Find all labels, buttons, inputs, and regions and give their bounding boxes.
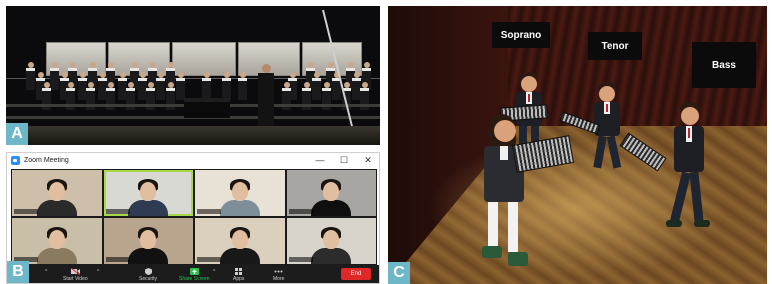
- panel-label-a: A: [6, 123, 28, 145]
- choir-singer: [202, 72, 211, 100]
- more-label: More: [273, 276, 285, 282]
- zoom-meeting-window: Zoom Meeting — ☐ ✕ ute ^ Start Video ^ S…: [6, 152, 380, 284]
- window-title: Zoom Meeting: [24, 156, 69, 164]
- audio-options-caret-icon[interactable]: ^: [45, 269, 47, 275]
- participant-name-tag: [197, 257, 221, 262]
- participant-face: [323, 230, 340, 249]
- participant-video-tile[interactable]: [286, 170, 376, 216]
- participant-video-tile[interactable]: [103, 170, 193, 216]
- bass-avatar: [664, 102, 714, 242]
- minimize-button[interactable]: —: [311, 154, 329, 166]
- start-video-button[interactable]: Start Video: [63, 268, 88, 282]
- choir-singer: [312, 72, 321, 100]
- maximize-button[interactable]: ☐: [335, 154, 353, 166]
- choir-singer: [156, 72, 165, 100]
- choir-singer: [238, 72, 247, 100]
- participant-name-tag: [105, 209, 130, 214]
- start-video-label: Start Video: [63, 276, 88, 282]
- participant-name-tag: [288, 209, 313, 214]
- grand-piano: [184, 98, 230, 118]
- participant-video-tile[interactable]: [195, 170, 285, 216]
- panel-label-b: B: [7, 261, 29, 283]
- participant-name-tag: [288, 257, 313, 262]
- more-button[interactable]: More: [273, 268, 284, 282]
- participant-name-tag: [105, 257, 130, 262]
- video-camera-off-icon: [70, 268, 80, 275]
- participant-video-tile[interactable]: [12, 218, 102, 264]
- choir-singer: [222, 72, 231, 100]
- participant-video-tile[interactable]: [103, 218, 193, 264]
- share-screen-button[interactable]: Share Screen: [179, 268, 210, 282]
- meeting-toolbar: ute ^ Start Video ^ Security Share Scree…: [7, 265, 379, 283]
- security-button[interactable]: Security: [139, 268, 157, 282]
- choir-singer: [26, 62, 35, 90]
- share-options-caret-icon[interactable]: ^: [213, 269, 215, 275]
- stage-floor: [6, 126, 380, 145]
- participant-video-tile[interactable]: [286, 218, 376, 264]
- apps-label: Apps: [233, 276, 245, 282]
- apps-button[interactable]: Apps: [233, 268, 244, 282]
- participant-body: [219, 200, 260, 216]
- conductor: [258, 64, 274, 128]
- participant-body: [219, 248, 260, 264]
- concert-photo-panel: A: [6, 6, 380, 145]
- security-label: Security: [139, 276, 158, 282]
- apps-icon: [235, 268, 243, 275]
- participant-body: [311, 200, 352, 216]
- participant-name-tag: [14, 209, 38, 214]
- panel-label-c: C: [388, 262, 410, 284]
- tenor-section-sign: Tenor: [588, 32, 642, 60]
- share-screen-label: Share Screen: [179, 276, 210, 282]
- participant-face: [140, 230, 157, 249]
- participant-video-tile[interactable]: [195, 218, 285, 264]
- participant-face: [323, 182, 340, 201]
- participant-body: [36, 248, 77, 264]
- more-dots-icon: [274, 270, 283, 273]
- acoustic-shell: [108, 42, 170, 76]
- participant-body: [311, 248, 352, 264]
- end-meeting-button[interactable]: End: [341, 268, 371, 280]
- participant-face: [48, 182, 65, 201]
- close-button[interactable]: ✕: [359, 154, 377, 166]
- participant-body: [128, 200, 169, 216]
- participant-body: [128, 248, 169, 264]
- choir-singer: [176, 72, 185, 100]
- participant-face: [231, 182, 248, 201]
- zoom-logo-icon: [11, 155, 20, 165]
- participant-body: [36, 200, 77, 216]
- shield-icon: [144, 268, 152, 275]
- video-gallery-grid: [11, 169, 377, 265]
- participant-face: [231, 230, 248, 249]
- soprano-section-sign: Soprano: [492, 22, 550, 48]
- participant-face: [140, 182, 157, 201]
- participant-face: [48, 230, 65, 249]
- bass-section-sign: Bass: [692, 42, 756, 88]
- vr-rehearsal-scene: Soprano Tenor Bass C: [388, 6, 767, 284]
- zoom-titlebar: Zoom Meeting — ☐ ✕: [7, 153, 379, 167]
- acoustic-shell: [172, 42, 236, 76]
- share-screen-icon: [189, 268, 199, 275]
- choir-singer: [50, 62, 59, 90]
- participant-video-tile[interactable]: [12, 170, 102, 216]
- participant-name-tag: [197, 209, 221, 214]
- video-options-caret-icon[interactable]: ^: [97, 269, 99, 275]
